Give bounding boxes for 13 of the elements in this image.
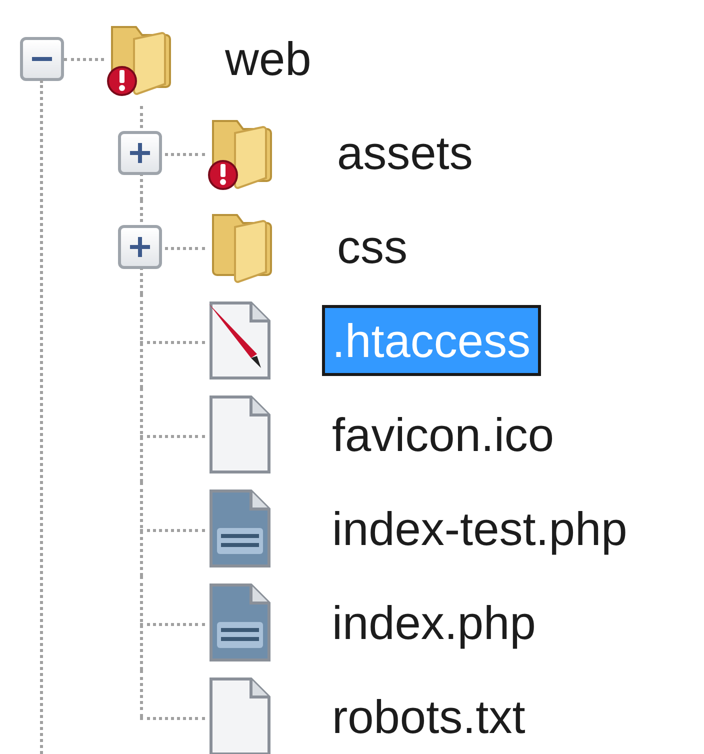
tree-item-label[interactable]: assets [327,116,483,188]
collapse-button[interactable] [20,37,64,81]
tree-item-label[interactable]: favicon.ico [322,398,564,470]
plus-icon [130,237,150,257]
expand-button[interactable] [118,131,162,175]
tree-item-label[interactable]: web [215,22,322,94]
tree-item-label[interactable]: index-test.php [322,492,638,564]
tree-item-label[interactable]: index.php [322,586,546,658]
minus-icon [32,57,52,61]
expand-button[interactable] [118,225,162,269]
tree-item-label[interactable]: css [327,210,418,282]
plus-icon [130,143,150,163]
tree-item-label[interactable]: robots.txt [322,680,536,752]
